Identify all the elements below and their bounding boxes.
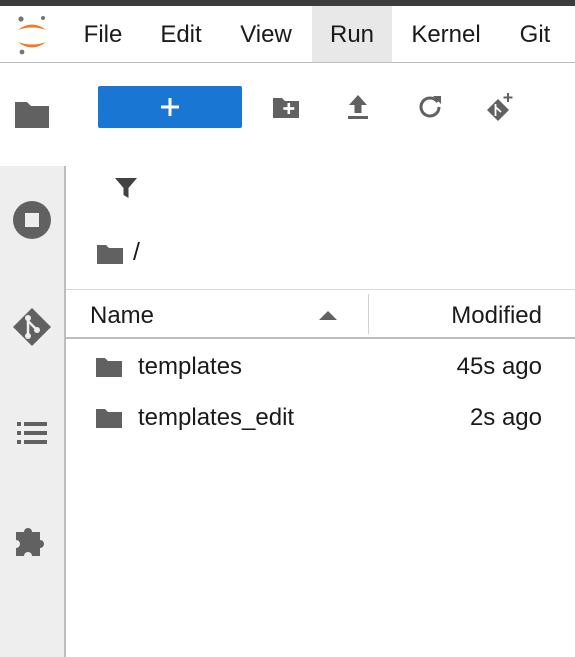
menu-view[interactable]: View xyxy=(226,6,306,62)
git-icon[interactable] xyxy=(12,307,52,347)
column-header-modified[interactable]: Modified xyxy=(451,302,542,330)
breadcrumb-home-folder-icon[interactable] xyxy=(96,242,124,266)
file-modified: 2s ago xyxy=(469,404,542,431)
menu-bar: File Edit View Run Kernel Git xyxy=(0,6,575,63)
git-clone-icon[interactable] xyxy=(486,92,516,122)
file-name: templates_edit xyxy=(138,404,295,431)
refresh-icon[interactable] xyxy=(415,92,445,122)
filter-icon[interactable] xyxy=(112,174,140,202)
column-header-name[interactable]: Name xyxy=(90,302,154,330)
new-folder-icon[interactable] xyxy=(271,92,301,122)
file-row-templates[interactable]: templates 45s ago xyxy=(66,342,575,392)
stop-circle-icon[interactable] xyxy=(12,200,52,240)
folder-icon xyxy=(96,409,122,428)
breadcrumb-path[interactable]: / xyxy=(133,238,140,267)
menu-edit[interactable]: Edit xyxy=(146,6,216,62)
folder-icon xyxy=(15,102,49,128)
sort-ascending-icon[interactable] xyxy=(317,309,339,321)
menu-kernel[interactable]: Kernel xyxy=(400,6,492,62)
file-name: templates xyxy=(138,353,243,380)
left-sidebar xyxy=(0,63,66,657)
jupyter-logo-icon xyxy=(18,16,46,55)
menu-file[interactable]: File xyxy=(70,6,136,62)
list-icon[interactable] xyxy=(12,413,52,453)
column-resize-handle[interactable] xyxy=(368,294,369,334)
menu-run[interactable]: Run xyxy=(312,6,392,62)
sidebar-tab-file-browser[interactable] xyxy=(0,63,66,166)
file-list-header-bottom-border xyxy=(66,337,575,339)
folder-icon xyxy=(96,358,122,377)
file-row-templates-edit[interactable]: templates_edit 2s ago xyxy=(66,393,575,443)
upload-icon[interactable] xyxy=(343,92,373,122)
file-modified: 45s ago xyxy=(456,353,542,380)
menu-git[interactable]: Git xyxy=(504,6,566,62)
plus-icon xyxy=(161,98,179,116)
extension-puzzle-icon[interactable] xyxy=(12,520,52,560)
file-list-header-top-border xyxy=(66,289,575,290)
new-launcher-button[interactable]: + xyxy=(98,86,242,128)
